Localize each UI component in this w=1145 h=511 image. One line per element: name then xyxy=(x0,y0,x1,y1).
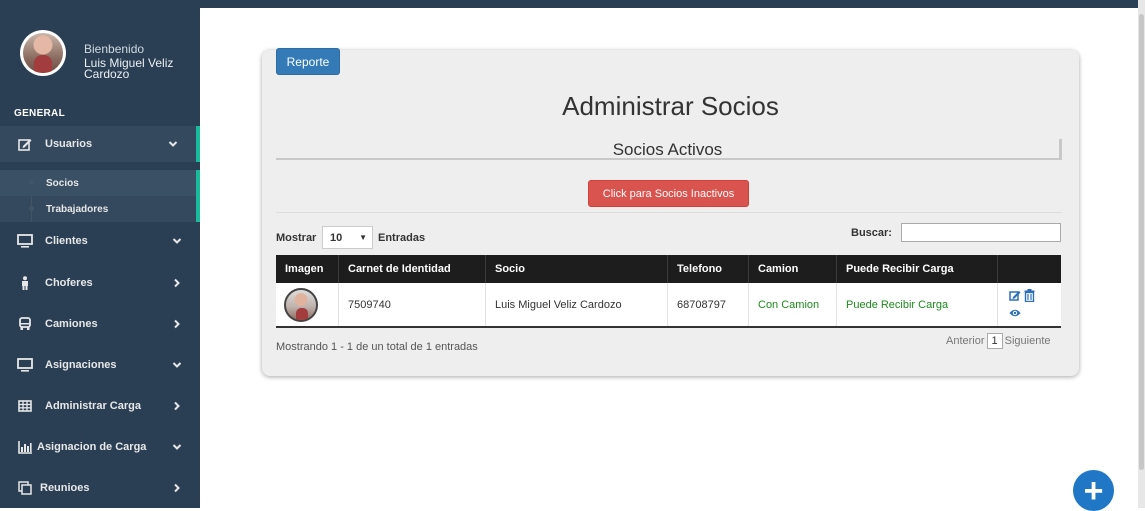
eye-icon[interactable] xyxy=(1009,308,1021,320)
bullet-icon xyxy=(29,180,34,185)
sidebar-item-asignaciones[interactable]: Asignaciones xyxy=(0,347,200,383)
report-button[interactable]: Reporte xyxy=(276,48,340,75)
entries-label: Entradas xyxy=(378,232,426,244)
chevron-down-icon xyxy=(168,139,178,149)
table-info: Mostrando 1 - 1 de un total de 1 entrada… xyxy=(276,341,478,353)
chevron-down-icon xyxy=(172,236,182,246)
cell-carnet: 7509740 xyxy=(339,283,486,326)
chevron-right-icon xyxy=(172,483,182,493)
edit-icon xyxy=(16,137,34,151)
pager-previous[interactable]: Anterior xyxy=(946,335,985,347)
sidebar-item-label: Administrar Carga xyxy=(45,400,141,412)
profile-block: Bienbenido Luis Miguel Veliz Cardozo xyxy=(0,8,200,98)
entries-select-value: 10 xyxy=(330,231,343,244)
inactive-members-button[interactable]: Click para Socios Inactivos xyxy=(588,180,749,207)
plus-icon: + xyxy=(1083,471,1104,510)
show-entries-label: Mostrar xyxy=(276,232,317,244)
sidebar-item-label: Asignacion de Carga xyxy=(37,441,147,453)
monitor-icon xyxy=(16,358,34,372)
chevron-right-icon xyxy=(172,401,182,411)
top-nav-bar xyxy=(0,0,1138,8)
chevron-right-icon xyxy=(172,278,182,288)
search-input[interactable] xyxy=(901,223,1061,242)
subitem-label: Trabajadores xyxy=(46,203,109,215)
sidebar-item-usuarios[interactable]: Usuarios xyxy=(0,126,200,162)
pagination: Anterior 1 Siguiente xyxy=(946,333,1051,349)
monitor-icon xyxy=(16,234,34,248)
table-header: Imagen Carnet de Identidad Socio Telefon… xyxy=(276,255,1061,283)
sidebar-item-choferes[interactable]: Choferes xyxy=(0,265,200,301)
row-actions xyxy=(1009,288,1049,324)
column-header-carnet[interactable]: Carnet de Identidad xyxy=(339,255,486,283)
column-header-camion[interactable]: Camion xyxy=(749,255,837,283)
page-title: Administrar Socios xyxy=(562,91,779,121)
column-header-actions xyxy=(998,255,1061,283)
truck-icon xyxy=(16,317,34,331)
caret-down-icon: ▼ xyxy=(359,233,367,242)
add-button[interactable]: + xyxy=(1073,470,1114,511)
cell-imagen xyxy=(276,283,339,326)
sidebar-subitem-socios[interactable]: Socios xyxy=(0,170,196,196)
member-photo xyxy=(284,287,318,322)
sidebar-item-label: Choferes xyxy=(45,277,93,289)
search-label: Buscar: xyxy=(851,227,892,239)
sidebar-item-label: Asignaciones xyxy=(45,359,117,371)
user-photo xyxy=(23,33,63,73)
person-icon xyxy=(16,276,34,290)
sidebar: Bienbenido Luis Miguel Veliz Cardozo GEN… xyxy=(0,8,200,508)
submenu-usuarios: Socios Trabajadores xyxy=(0,170,200,222)
column-header-imagen[interactable]: Imagen xyxy=(276,255,339,283)
welcome-text: Bienbenido xyxy=(84,42,145,56)
divider xyxy=(276,212,1062,213)
sidebar-item-administrar-carga[interactable]: Administrar Carga xyxy=(0,388,200,424)
user-name: Luis Miguel Veliz Cardozo xyxy=(84,56,174,81)
avatar xyxy=(20,30,66,76)
bullet-icon xyxy=(29,206,34,211)
chevron-right-icon xyxy=(172,319,182,329)
table-icon xyxy=(16,399,34,413)
chevron-down-icon xyxy=(172,360,182,370)
cell-telefono: 68708797 xyxy=(668,283,749,326)
bar-chart-icon xyxy=(16,440,34,454)
sidebar-item-label: Camiones xyxy=(45,318,98,330)
cell-camion: Con Camion xyxy=(749,283,837,326)
sidebar-item-clientes[interactable]: Clientes xyxy=(0,223,200,259)
clone-icon xyxy=(16,481,34,495)
section-subtitle: Socios Activos xyxy=(276,139,1062,160)
sidebar-item-label: Reunioes xyxy=(40,482,90,494)
chevron-down-icon xyxy=(172,442,182,452)
sidebar-item-reunioes[interactable]: Reunioes xyxy=(0,470,200,506)
column-header-telefono[interactable]: Telefono xyxy=(668,255,749,283)
entries-per-page-select[interactable]: 10 ▼ xyxy=(322,226,373,249)
pager-page-1[interactable]: 1 xyxy=(986,333,1003,349)
cell-socio: Luis Miguel Veliz Cardozo xyxy=(486,283,668,326)
sidebar-subitem-trabajadores[interactable]: Trabajadores xyxy=(0,196,196,222)
page-scrollbar[interactable] xyxy=(1138,0,1145,508)
sidebar-item-label: Usuarios xyxy=(45,138,93,150)
scrollbar-thumb[interactable] xyxy=(1139,14,1144,470)
trash-icon[interactable] xyxy=(1024,289,1035,304)
column-header-socio[interactable]: Socio xyxy=(486,255,668,283)
edit-icon[interactable] xyxy=(1009,290,1021,304)
table-row: 7509740 Luis Miguel Veliz Cardozo 687087… xyxy=(276,283,1061,328)
cell-carga: Puede Recibir Carga xyxy=(837,283,998,326)
sidebar-item-camiones[interactable]: Camiones xyxy=(0,306,200,342)
sidebar-item-asignacion-de-carga[interactable]: Asignacion de Carga xyxy=(0,429,200,465)
column-header-carga[interactable]: Puede Recibir Carga xyxy=(837,255,998,283)
pager-next[interactable]: Siguiente xyxy=(1005,335,1051,347)
sidebar-item-label: Clientes xyxy=(45,235,88,247)
subitem-label: Socios xyxy=(46,177,79,189)
section-title-general: GENERAL xyxy=(14,108,65,119)
